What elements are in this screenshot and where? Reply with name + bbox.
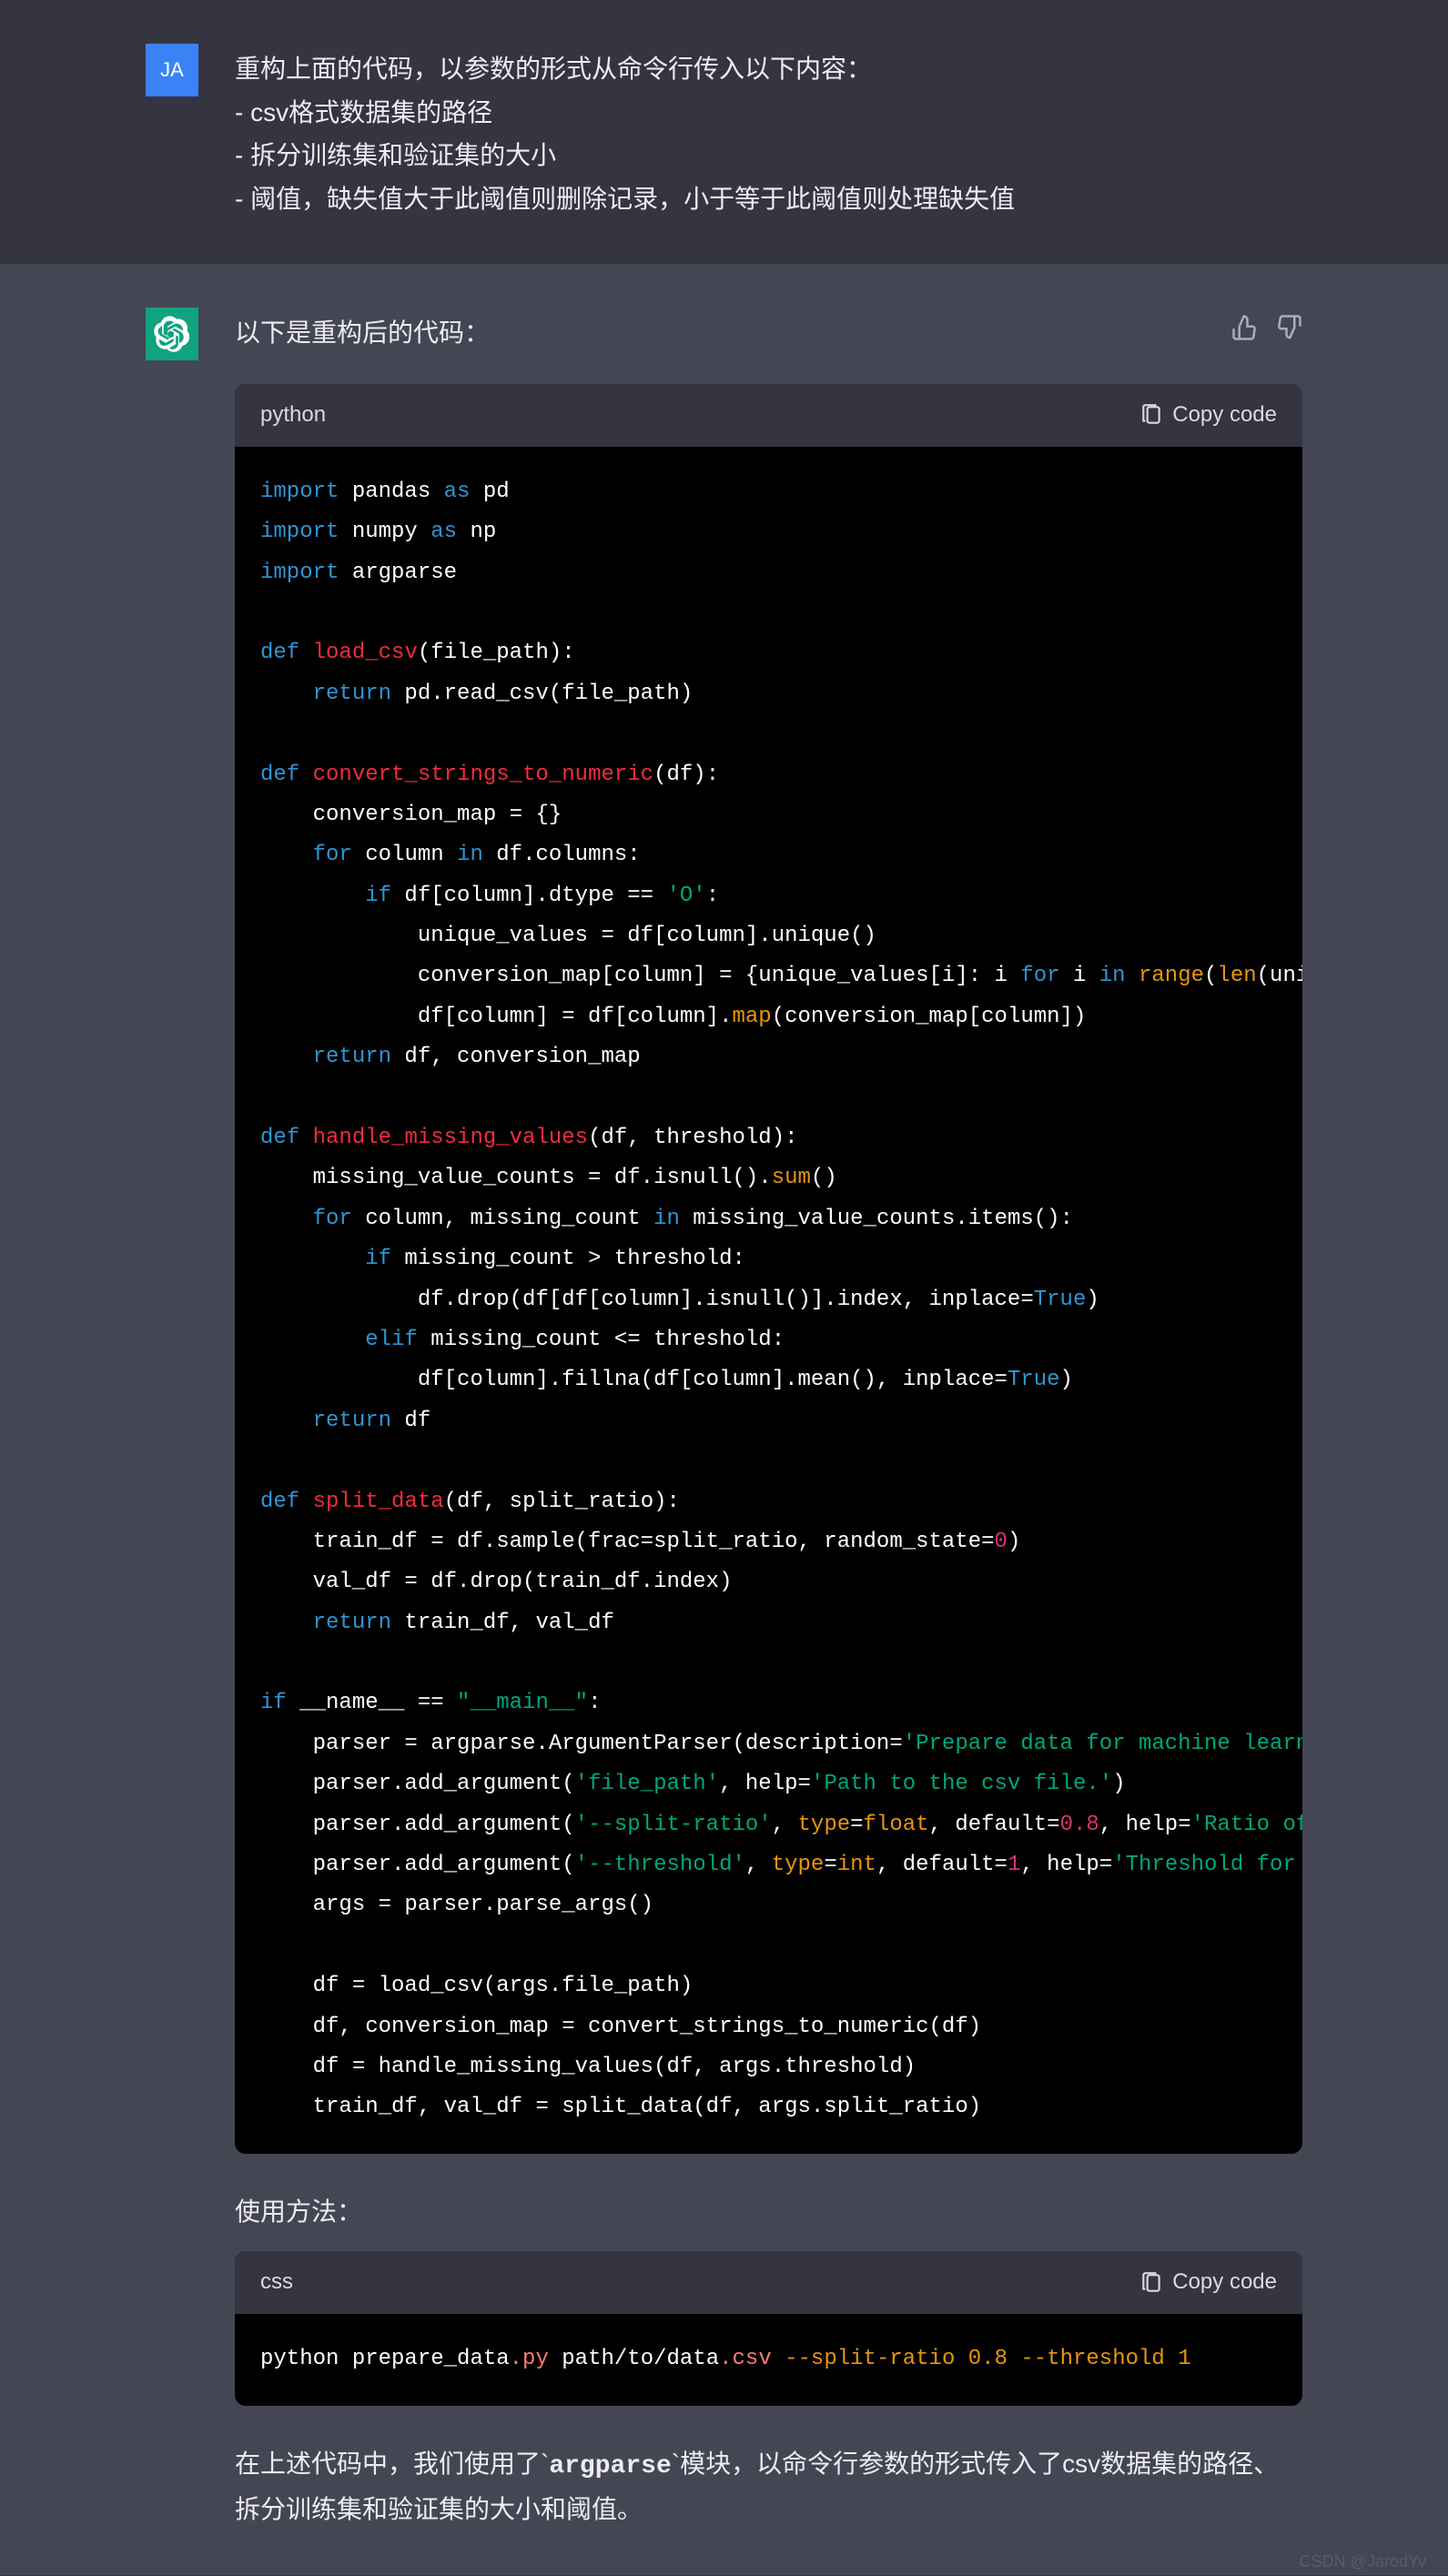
user-message-text: 重构上面的代码，以参数的形式从命令行传入以下内容： - csv格式数据集的路径 …	[235, 47, 1302, 220]
thumbs-down-icon[interactable]	[1275, 311, 1302, 355]
python-code-body[interactable]: import pandas as pd import numpy as np i…	[235, 447, 1302, 2154]
code-block-header: css Copy code	[235, 2251, 1302, 2314]
code-lang-label: css	[260, 2264, 293, 2301]
inline-code-argparse: argparse	[549, 2452, 671, 2480]
bot-message-content: 以下是重构后的代码： python Copy code import panda…	[235, 308, 1302, 2531]
feedback-buttons	[1231, 311, 1302, 355]
code-lang-label: python	[260, 397, 326, 434]
closing-paragraph: 在上述代码中，我们使用了`argparse`模块，以命令行参数的形式传入了csv…	[235, 2442, 1302, 2531]
bot-message-row: 以下是重构后的代码： python Copy code import panda…	[0, 264, 1448, 2574]
bot-avatar	[146, 308, 198, 360]
usage-label: 使用方法：	[235, 2190, 1302, 2234]
copy-label: Copy code	[1172, 397, 1277, 434]
copy-code-button[interactable]: Copy code	[1139, 2264, 1277, 2301]
closing-prefix: 在上述代码中，我们使用了`	[235, 2450, 549, 2478]
code-block-python: python Copy code import pandas as pd imp…	[235, 384, 1302, 2154]
openai-logo-icon	[154, 316, 190, 352]
code-block-css: css Copy code python prepare_data.py pat…	[235, 2251, 1302, 2405]
user-message-content: 重构上面的代码，以参数的形式从命令行传入以下内容： - csv格式数据集的路径 …	[235, 44, 1302, 220]
clipboard-icon	[1139, 2271, 1163, 2295]
thumbs-up-icon[interactable]	[1231, 311, 1259, 355]
bot-message-header: 以下是重构后的代码：	[235, 311, 1302, 355]
code-block-header: python Copy code	[235, 384, 1302, 447]
copy-code-button[interactable]: Copy code	[1139, 397, 1277, 434]
clipboard-icon	[1139, 403, 1163, 427]
user-message-row: JA 重构上面的代码，以参数的形式从命令行传入以下内容： - csv格式数据集的…	[0, 0, 1448, 264]
copy-label: Copy code	[1172, 2264, 1277, 2301]
bot-intro-text: 以下是重构后的代码：	[235, 311, 490, 355]
user-avatar: JA	[146, 44, 198, 96]
watermark: CSDN @JarodYv	[1300, 2548, 1426, 2576]
shell-code-body[interactable]: python prepare_data.py path/to/data.csv …	[235, 2314, 1302, 2405]
